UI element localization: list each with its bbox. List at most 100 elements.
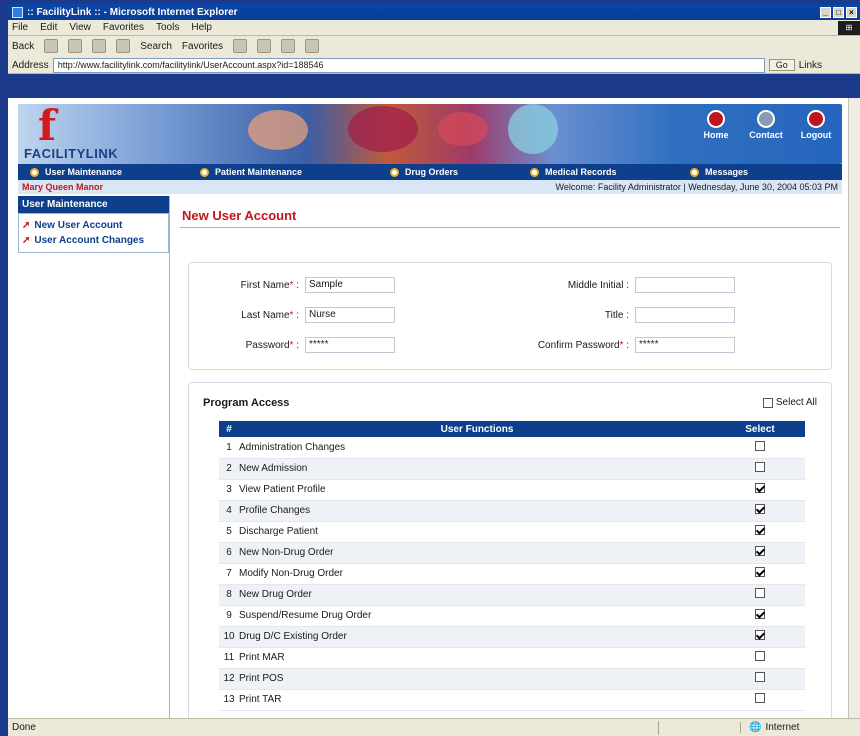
favorites-button[interactable]: Favorites [182,41,223,52]
row-number: 4 [219,500,239,522]
sidebar-item-label: New User Account [34,220,123,231]
row-select [715,521,805,543]
refresh-icon[interactable] [92,39,107,53]
row-select [715,563,805,585]
history-icon[interactable] [257,39,272,53]
row-function: Suspend/Resume Drug Order [239,605,715,627]
function-checkbox[interactable] [755,440,765,451]
home-toolbar-icon[interactable] [116,39,131,53]
back-button[interactable]: Back [12,41,34,52]
function-checkbox[interactable] [755,651,765,661]
table-row: 1 Administration Changes [219,437,805,459]
function-checkbox[interactable] [755,504,765,514]
nav-bullet-icon [530,167,539,177]
row-number: 2 [219,458,239,480]
password-field[interactable]: ***** [305,337,395,353]
table-row: 4 Profile Changes [219,500,805,522]
table-row: 13 Print TAR [219,689,805,711]
last-name-field[interactable]: Nurse [305,307,395,323]
table-row: 3 View Patient Profile [219,479,805,501]
row-number: 13 [219,689,239,711]
search-button[interactable]: Search [140,41,172,52]
sidebar-item-user-account-changes[interactable]: ➚ User Account Changes [22,233,165,248]
function-checkbox[interactable] [755,672,765,682]
function-checkbox[interactable] [755,483,765,493]
menu-file[interactable]: File [12,22,28,33]
select-all-label: Select All [775,397,817,408]
menu-favorites[interactable]: Favorites [103,22,144,33]
table-row: 11 Print MAR [219,647,805,669]
nav-label: User Maintenance [45,167,123,177]
ie-icon [12,6,23,18]
contact-link[interactable]: Contact [746,110,786,140]
nav-drug-orders[interactable]: Drug Orders [378,167,518,177]
menu-help[interactable]: Help [191,22,212,33]
vertical-scrollbar[interactable] [848,98,860,718]
main-nav: User Maintenance Patient Maintenance Dru… [18,164,842,180]
function-checkbox[interactable] [755,588,765,598]
menu-view[interactable]: View [69,22,91,33]
select-all[interactable]: Select All [762,397,817,408]
media-icon[interactable] [233,39,248,53]
row-number: 3 [219,479,239,501]
mail-icon[interactable] [281,39,296,53]
row-number: 5 [219,521,239,543]
function-checkbox[interactable] [755,567,765,577]
row-number: 10 [219,626,239,648]
nav-patient-maintenance[interactable]: Patient Maintenance [188,167,378,177]
first-name-field[interactable]: Sample [305,277,395,293]
home-link[interactable]: Home [696,110,736,140]
function-checkbox[interactable] [755,630,765,640]
row-function: Discharge Patient [239,521,715,543]
row-function: Print TAR [239,689,715,711]
nav-label: Messages [705,167,749,177]
row-select [715,500,805,522]
nav-label: Drug Orders [405,167,459,177]
row-function: New Non-Drug Order [239,542,715,564]
window-title: :: FacilityLink :: - Microsoft Internet … [27,6,238,18]
nav-user-maintenance[interactable]: User Maintenance [18,167,188,177]
confirm-password-field[interactable]: ***** [635,337,735,353]
logout-link[interactable]: Logout [796,110,836,140]
nav-medical-records[interactable]: Medical Records [518,167,678,177]
function-checkbox[interactable] [755,609,765,619]
print-icon[interactable] [305,39,320,53]
function-checkbox[interactable] [755,525,765,535]
user-functions-table: # User Functions Select 1 Administration … [219,421,805,711]
row-number: 12 [219,668,239,690]
row-select [715,647,805,669]
function-checkbox[interactable] [755,546,765,556]
nav-messages[interactable]: Messages [678,167,798,177]
sidebar: User Maintenance ➚ New User Account ➚ Us… [18,196,170,718]
close-button[interactable]: × [846,6,857,18]
forward-icon[interactable] [44,39,59,53]
security-zone: 🌐 Internet [740,722,860,733]
row-function: New Admission [239,458,715,480]
select-all-checkbox[interactable] [762,397,773,408]
function-checkbox[interactable] [755,693,765,703]
user-form: First Name* : Sample Last Name* : Nurse … [188,262,832,370]
links-button[interactable]: Links [799,60,822,71]
menu-tools[interactable]: Tools [156,22,179,33]
contact-icon [757,110,775,128]
title-field[interactable] [635,307,735,323]
menu-edit[interactable]: Edit [40,22,57,33]
status-text: Done [12,722,36,733]
row-select [715,626,805,648]
row-number: 7 [219,563,239,585]
nav-bullet-icon [390,167,399,177]
table-row: 2 New Admission [219,458,805,480]
go-button[interactable]: Go [768,59,795,71]
middle-initial-field[interactable] [635,277,735,293]
maximize-button[interactable]: □ [833,6,844,18]
row-function: Modify Non-Drug Order [239,563,715,585]
stop-icon[interactable] [68,39,83,53]
function-checkbox[interactable] [755,462,765,472]
sidebar-item-new-user-account[interactable]: ➚ New User Account [22,218,165,233]
row-function: Administration Changes [239,437,715,459]
minimize-button[interactable]: _ [820,6,831,18]
address-input[interactable]: http://www.facilitylink.com/facilitylink… [52,57,765,73]
table-row: 5 Discharge Patient [219,521,805,543]
row-select [715,605,805,627]
program-access-title: Program Access [203,397,290,409]
